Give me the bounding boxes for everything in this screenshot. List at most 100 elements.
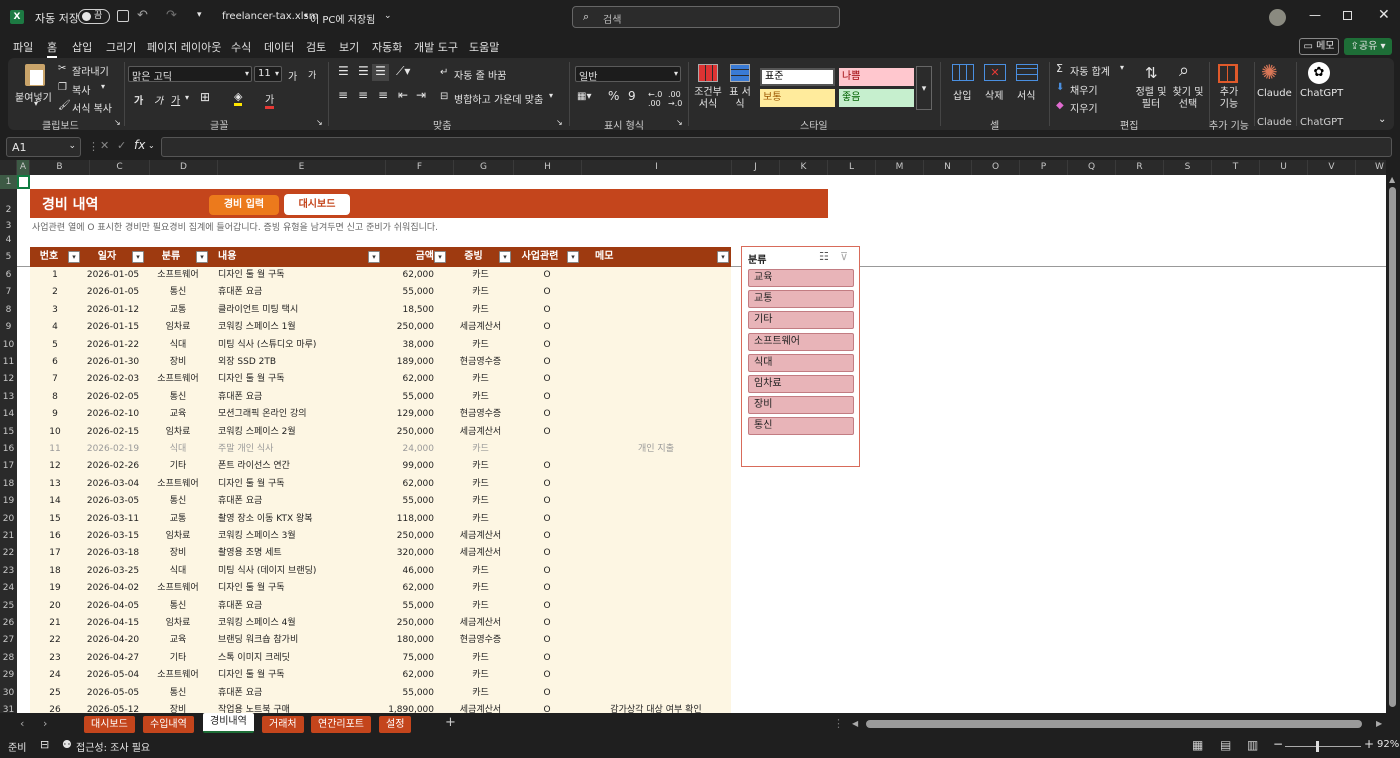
table-cell[interactable]: 320,000: [382, 545, 434, 562]
save-icon[interactable]: [117, 10, 129, 22]
table-cell[interactable]: 현금영수증: [448, 632, 513, 649]
table-cell[interactable]: 24: [30, 667, 80, 684]
share-button[interactable]: ⇪공유 ▾: [1344, 38, 1392, 55]
sort-filter-icon[interactable]: ⇅: [1145, 64, 1158, 82]
table-cell[interactable]: 20: [30, 598, 80, 615]
table-cell[interactable]: 129,000: [382, 406, 434, 423]
table-cell[interactable]: 2026-05-05: [80, 685, 146, 702]
redo-icon[interactable]: ↷: [166, 8, 177, 23]
save-state-chevron-icon[interactable]: ⌄: [384, 11, 392, 21]
menu-page-layout[interactable]: 페이지 레이아웃: [147, 39, 221, 55]
table-cell[interactable]: 소프트웨어: [146, 476, 210, 493]
table-cell[interactable]: 99,000: [382, 458, 435, 475]
column-header-l[interactable]: L: [828, 160, 876, 175]
table-cell[interactable]: 62,000: [382, 267, 435, 284]
table-cell[interactable]: O: [513, 458, 581, 475]
table-cell[interactable]: 카드: [448, 458, 513, 475]
table-cell[interactable]: 주말 개인 식사: [218, 441, 382, 458]
table-cell[interactable]: [581, 354, 731, 371]
table-cell[interactable]: 16: [30, 528, 80, 545]
format-painter-icon[interactable]: 🖌: [58, 100, 71, 111]
table-cell[interactable]: 개인 지출: [581, 441, 731, 458]
table-cell[interactable]: [581, 371, 731, 388]
table-cell[interactable]: 189,000: [382, 354, 434, 371]
column-header-o[interactable]: O: [972, 160, 1020, 175]
row-header-5[interactable]: 5: [0, 247, 17, 267]
filter-dropdown-icon[interactable]: ▾: [499, 251, 511, 263]
style-normal[interactable]: 표준: [760, 68, 835, 86]
table-cell[interactable]: 4: [30, 319, 80, 336]
table-cell[interactable]: 2026-02-19: [80, 441, 146, 458]
row-header-28[interactable]: 28: [0, 650, 17, 667]
collapse-ribbon-icon[interactable]: ⌄: [1378, 114, 1386, 125]
menu-help[interactable]: 도움말: [469, 39, 499, 55]
filter-dropdown-icon[interactable]: ▾: [434, 251, 446, 263]
name-box[interactable]: A1 ⌄: [6, 137, 81, 157]
table-cell[interactable]: 8: [30, 389, 80, 406]
row-header-16[interactable]: 16: [0, 441, 17, 458]
table-cell[interactable]: 디자인 툴 월 구독: [218, 267, 382, 284]
bold-button[interactable]: 가: [134, 92, 143, 107]
column-header-s[interactable]: S: [1164, 160, 1212, 175]
table-cell[interactable]: 교육: [146, 406, 210, 423]
menu-automate[interactable]: 자동화: [372, 39, 402, 55]
addins-icon[interactable]: [1218, 64, 1238, 83]
table-cell[interactable]: 소프트웨어: [146, 371, 210, 388]
table-cell[interactable]: 카드: [448, 580, 513, 597]
table-cell[interactable]: 118,000: [382, 511, 434, 528]
column-header-i[interactable]: I: [582, 160, 732, 175]
table-cell[interactable]: O: [513, 476, 581, 493]
table-cell[interactable]: 휴대폰 요금: [218, 598, 382, 615]
table-cell[interactable]: 카드: [448, 493, 513, 510]
table-cell[interactable]: 62,000: [382, 580, 435, 597]
number-launcher-icon[interactable]: ↘: [676, 118, 683, 127]
table-cell[interactable]: 모션그래픽 온라인 강의: [218, 406, 382, 423]
table-cell[interactable]: 22: [30, 632, 80, 649]
table-cell[interactable]: O: [513, 650, 581, 667]
table-cell[interactable]: [581, 511, 731, 528]
table-cell[interactable]: 외장 SSD 2TB: [218, 354, 382, 371]
table-cell[interactable]: O: [513, 563, 581, 580]
table-cell[interactable]: [581, 389, 731, 406]
minimize-icon[interactable]: —: [1309, 8, 1321, 22]
table-cell[interactable]: 현금영수증: [448, 406, 513, 423]
table-cell[interactable]: O: [513, 406, 581, 423]
table-cell[interactable]: 임차료: [146, 615, 210, 632]
italic-button[interactable]: 가: [154, 92, 163, 107]
table-cell[interactable]: 디자인 툴 월 구독: [218, 580, 382, 597]
table-cell[interactable]: 소프트웨어: [146, 267, 210, 284]
table-cell[interactable]: 미팅 식사 (데이지 브랜딩): [218, 563, 382, 580]
table-cell[interactable]: 현금영수증: [448, 354, 513, 371]
table-cell[interactable]: 38,000: [382, 337, 435, 354]
table-cell[interactable]: 임차료: [146, 424, 210, 441]
delete-cells-icon[interactable]: ✕: [984, 64, 1006, 81]
table-cell[interactable]: O: [513, 580, 581, 597]
tab-dashboard[interactable]: 대시보드: [84, 716, 135, 733]
table-cell[interactable]: 2026-01-30: [80, 354, 146, 371]
column-header-u[interactable]: U: [1260, 160, 1308, 175]
slicer-item[interactable]: 소프트웨어: [748, 332, 854, 351]
tab-scroll-right-icon[interactable]: ›: [43, 717, 47, 730]
accounting-format-icon[interactable]: ▦▾: [577, 91, 591, 102]
select-all-corner[interactable]: [0, 160, 17, 175]
table-cell[interactable]: 카드: [448, 337, 513, 354]
align-left-icon[interactable]: ≡: [338, 88, 348, 102]
expense-input-button[interactable]: 경비 입력: [209, 195, 279, 215]
horizontal-scrollbar[interactable]: [866, 720, 1362, 728]
table-cell[interactable]: 2026-04-05: [80, 598, 146, 615]
table-cell[interactable]: [581, 458, 731, 475]
row-header-6[interactable]: 6: [0, 267, 17, 284]
menu-review[interactable]: 검토: [306, 39, 326, 55]
selected-cell[interactable]: [17, 175, 30, 189]
table-cell[interactable]: [581, 545, 731, 562]
table-cell[interactable]: O: [513, 632, 581, 649]
accessibility-status[interactable]: 접근성: 조사 필요: [76, 739, 150, 754]
table-cell[interactable]: 통신: [146, 284, 210, 301]
column-header-g[interactable]: G: [454, 160, 514, 175]
wrap-text-icon[interactable]: ↵: [440, 67, 448, 78]
table-cell[interactable]: 디자인 툴 월 구독: [218, 476, 382, 493]
table-cell[interactable]: 코워킹 스페이스 1월: [218, 319, 382, 336]
table-cell[interactable]: 카드: [448, 650, 513, 667]
row-header-10[interactable]: 10: [0, 337, 17, 354]
row-header-17[interactable]: 17: [0, 458, 17, 475]
